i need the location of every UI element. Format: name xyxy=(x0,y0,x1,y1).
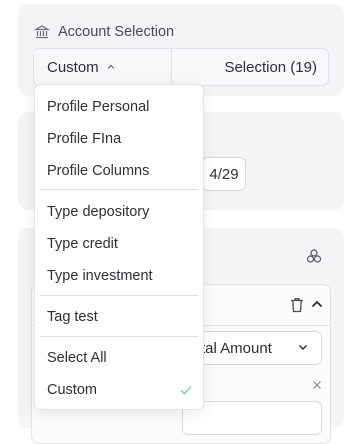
account-selection-card: Account Selection Custom Selection (19) xyxy=(18,4,344,96)
chevron-down-icon xyxy=(297,340,309,357)
dropdown-item-type-credit[interactable]: Type credit xyxy=(47,232,193,256)
account-mode-dropdown: Profile Personal Profile FIna Profile Co… xyxy=(34,84,204,410)
dropdown-divider xyxy=(40,295,198,296)
dropdown-item-custom[interactable]: Custom xyxy=(47,378,193,402)
date-input[interactable]: 4/29 xyxy=(202,157,246,191)
account-selector: Custom Selection (19) xyxy=(33,48,329,86)
date-value: 4/29 xyxy=(209,165,239,183)
dropdown-item-tag-test[interactable]: Tag test xyxy=(47,305,193,329)
dropdown-item-label: Select All xyxy=(47,350,107,366)
dropdown-item-label: Profile Columns xyxy=(47,163,150,179)
trash-icon[interactable] xyxy=(290,297,304,318)
bank-icon xyxy=(34,24,50,40)
dropdown-item-label: Type credit xyxy=(47,236,118,252)
mode-select-button[interactable]: Custom xyxy=(34,49,172,85)
dropdown-item-label: Profile FIna xyxy=(47,131,122,147)
account-selection-header: Account Selection xyxy=(34,24,174,40)
dropdown-divider xyxy=(40,189,198,190)
account-selection-title: Account Selection xyxy=(58,24,175,40)
dropdown-item-label: Profile Personal xyxy=(47,99,150,115)
dropdown-item-type-depository[interactable]: Type depository xyxy=(47,200,193,224)
dropdown-item-label: Custom xyxy=(47,382,97,398)
chevron-up-icon xyxy=(106,59,116,76)
dropdown-item-type-investment[interactable]: Type investment xyxy=(47,264,193,288)
dropdown-item-profile-columns[interactable]: Profile Columns xyxy=(47,159,193,183)
dropdown-item-profile-personal[interactable]: Profile Personal xyxy=(47,95,193,119)
metric-select-value: tal Amount xyxy=(201,339,272,357)
dropdown-item-select-all[interactable]: Select All xyxy=(47,346,193,370)
dropdown-item-label: Type investment xyxy=(47,268,153,284)
mode-select-value: Custom xyxy=(47,58,99,76)
selection-count-button[interactable]: Selection (19) xyxy=(172,49,328,85)
dropdown-item-label: Type depository xyxy=(47,204,150,220)
dropdown-item-label: Tag test xyxy=(47,309,98,325)
selection-count-label: Selection (19) xyxy=(224,58,317,76)
dropdown-item-profile-fina[interactable]: Profile FIna xyxy=(47,127,193,151)
check-icon xyxy=(179,384,193,396)
close-icon[interactable] xyxy=(312,377,322,395)
dropdown-divider xyxy=(40,336,198,337)
collapse-chevron-icon[interactable] xyxy=(310,297,324,316)
group-icon[interactable] xyxy=(306,248,322,269)
